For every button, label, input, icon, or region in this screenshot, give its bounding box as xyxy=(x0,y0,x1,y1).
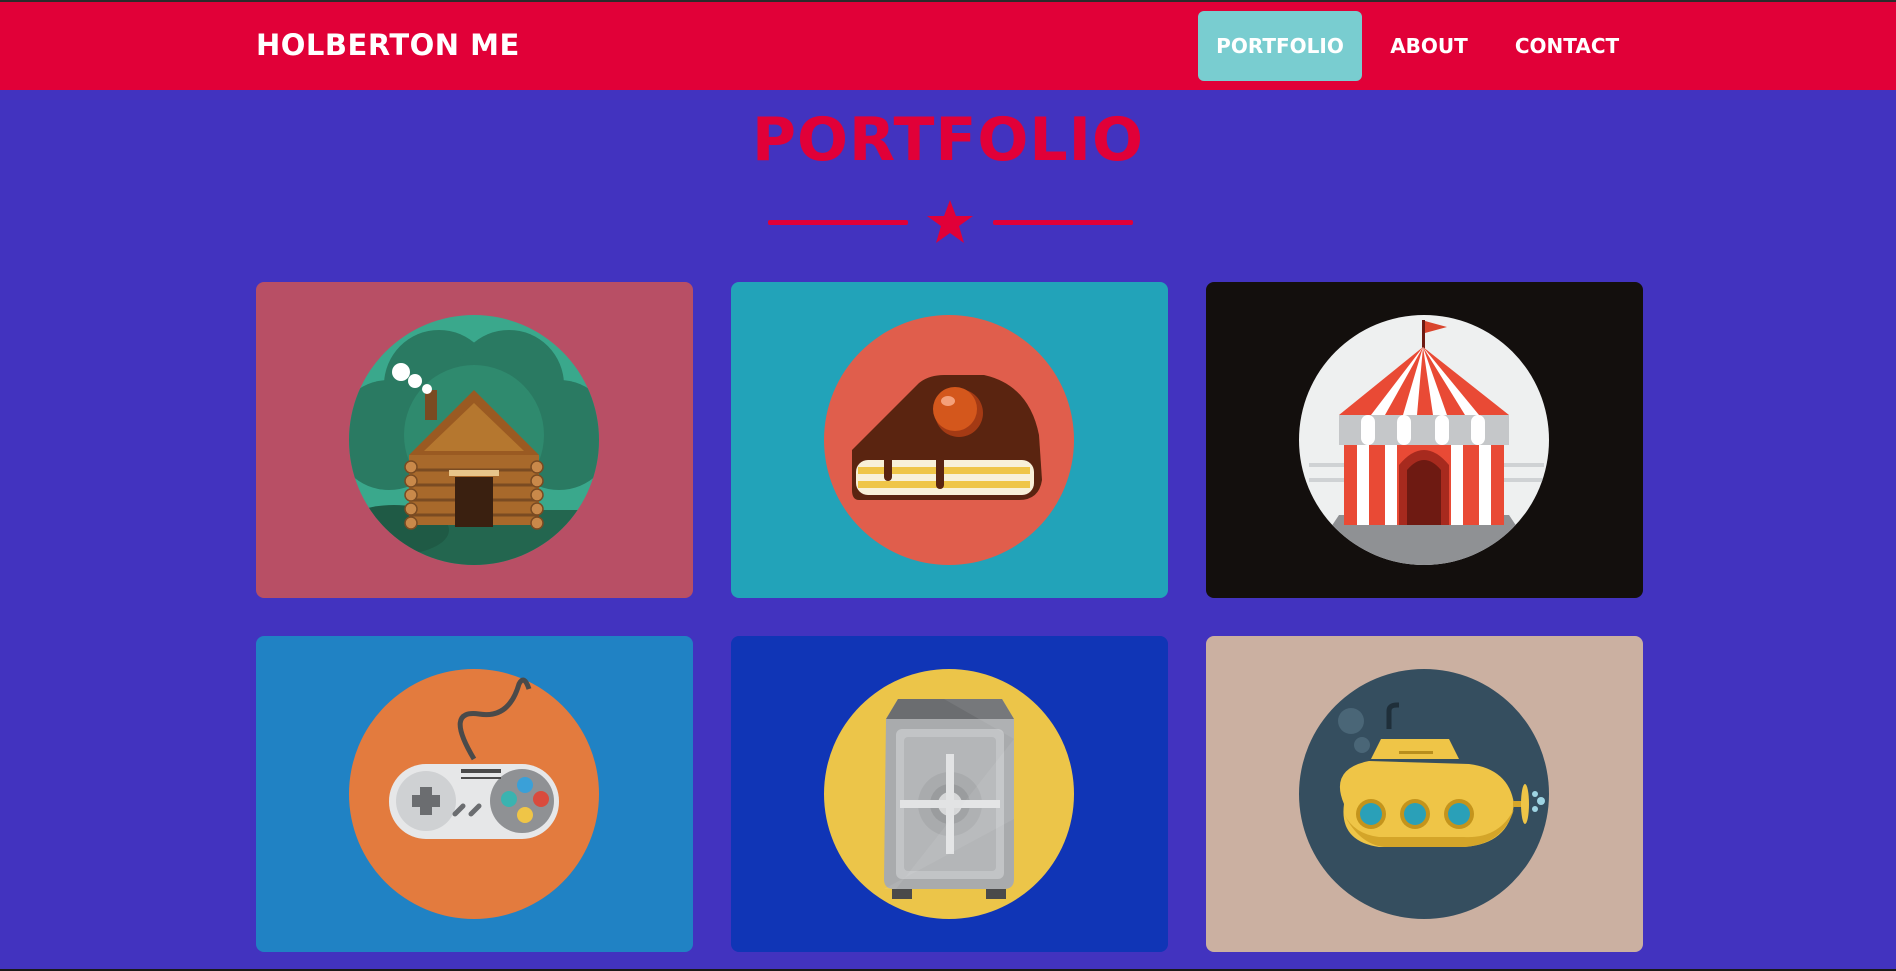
submarine-icon xyxy=(1299,669,1549,919)
cake-slice-icon xyxy=(824,315,1074,565)
brand-logo[interactable]: HOLBERTON ME xyxy=(256,28,520,62)
nav-portfolio[interactable]: PORTFOLIO xyxy=(1198,11,1362,81)
nav-about[interactable]: ABOUT xyxy=(1385,11,1473,81)
portfolio-item-cake[interactable] xyxy=(731,282,1168,598)
page-title: PORTFOLIO xyxy=(752,105,1144,175)
portfolio-item-cabin[interactable] xyxy=(256,282,693,598)
divider-line-right xyxy=(993,220,1133,225)
divider-line-left xyxy=(768,220,908,225)
portfolio-item-circus[interactable] xyxy=(1206,282,1643,598)
safe-icon xyxy=(824,669,1074,919)
star-icon xyxy=(927,200,973,243)
portfolio-item-safe[interactable] xyxy=(731,636,1168,952)
portfolio-item-controller[interactable] xyxy=(256,636,693,952)
circus-tent-icon xyxy=(1299,315,1549,565)
game-controller-icon xyxy=(349,669,599,919)
log-cabin-icon xyxy=(349,315,599,565)
nav-contact[interactable]: CONTACT xyxy=(1509,11,1625,81)
navbar: HOLBERTON ME PORTFOLIO ABOUT CONTACT xyxy=(0,2,1896,90)
portfolio-item-submarine[interactable] xyxy=(1206,636,1643,952)
